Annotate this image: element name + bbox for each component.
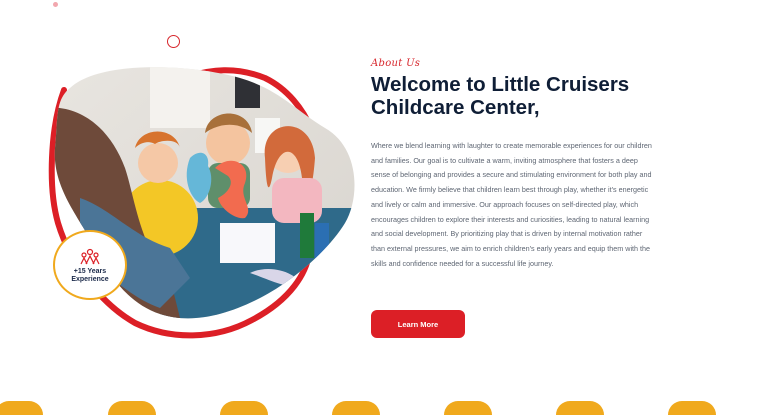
decorative-scallop xyxy=(444,401,492,415)
title-line-1: Welcome to Little Cruisers xyxy=(371,73,630,96)
decorative-scallop xyxy=(668,401,716,415)
about-content: About Us Welcome to Little Cruisers Chil… xyxy=(371,58,656,271)
learn-more-button[interactable]: Learn More xyxy=(371,310,465,338)
children-group-icon xyxy=(80,248,100,265)
about-image-block xyxy=(40,48,370,358)
decorative-scallop xyxy=(332,401,380,415)
section-eyebrow: About Us xyxy=(371,58,421,69)
section-body: Where we blend learning with laughter to… xyxy=(371,141,652,268)
decorative-ring xyxy=(167,35,180,48)
section-title: Welcome to Little Cruisers Childcare Cen… xyxy=(371,73,656,119)
title-line-2: Childcare Center, xyxy=(371,96,540,119)
badge-years: +15 Years xyxy=(73,268,107,275)
decorative-dot xyxy=(53,2,58,7)
children-playing-photo xyxy=(48,67,355,339)
badge-label: Experience xyxy=(71,276,109,283)
decorative-scallop xyxy=(220,401,268,415)
decorative-scallop xyxy=(556,401,604,415)
decorative-scallop xyxy=(0,401,43,415)
experience-badge: +15 Years Experience xyxy=(53,230,127,300)
decorative-scallop xyxy=(108,401,156,415)
